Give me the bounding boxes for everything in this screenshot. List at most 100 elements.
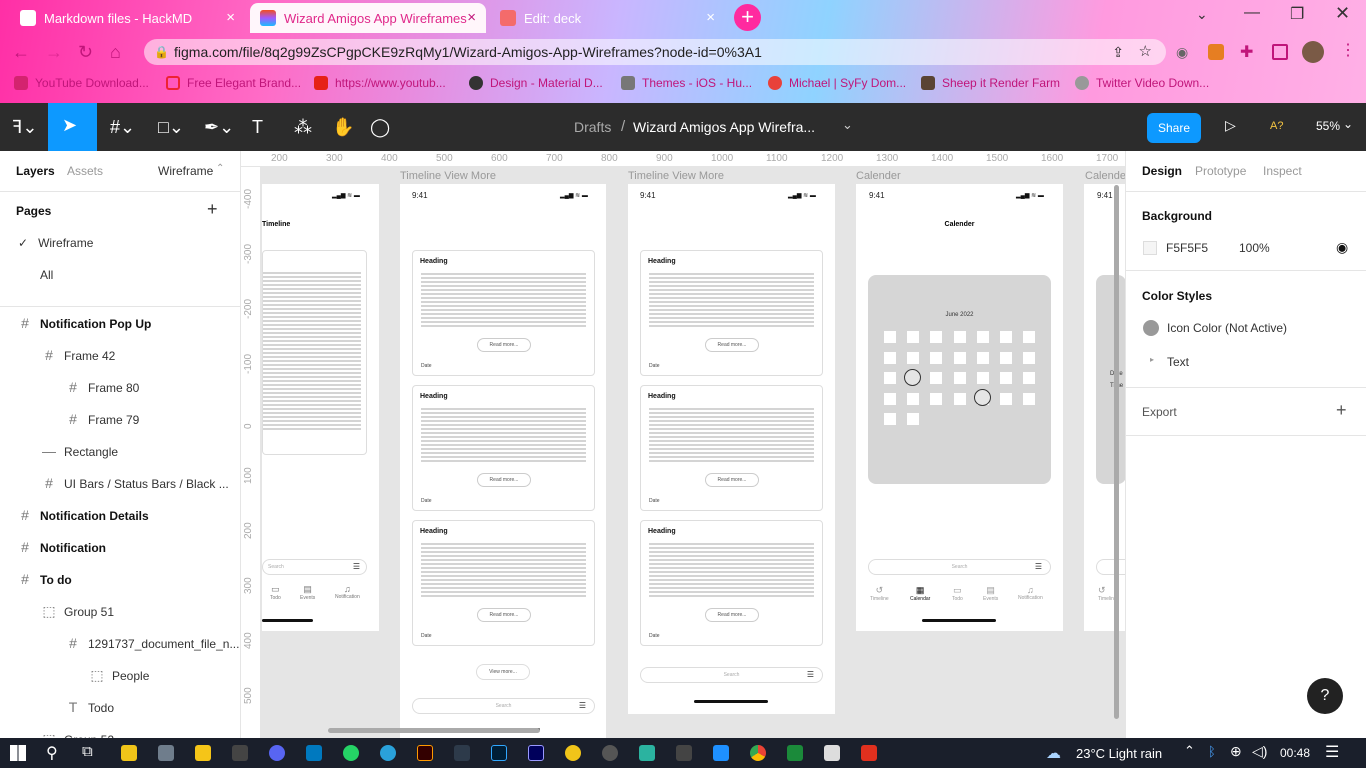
zoom-level[interactable]: 55% <box>1316 119 1340 133</box>
tab-assets[interactable]: Assets <box>67 164 103 178</box>
bookmark-item[interactable]: Michael | SyFy Dom... <box>768 76 906 90</box>
read-more-button[interactable]: Read more... <box>477 473 531 487</box>
filter-icon[interactable]: ☰ <box>807 668 814 682</box>
bookmark-item[interactable]: Sheep it Render Farm <box>921 76 1060 90</box>
calendar-day[interactable] <box>930 351 943 364</box>
frame-timeline-view-more[interactable]: 9:41 ▂▄▆ ≋ ▬ Heading Read more... Date Hea… <box>400 184 606 738</box>
frame-timeline[interactable]: ▂▄▆ ≋ ▬ Timeline Search ☰ ▭ Todo ▤ Events ♫… <box>262 184 379 631</box>
tab-inspect[interactable]: Inspect <box>1263 164 1302 178</box>
bookmark-item[interactable]: YouTube Download... <box>14 76 149 90</box>
calendar-widget[interactable]: June 2022 <box>868 275 1051 484</box>
chevron-up-icon[interactable]: ⌃ <box>1184 743 1195 759</box>
color-style-icon-color[interactable]: Icon Color (Not Active) <box>1167 321 1287 335</box>
back-icon[interactable]: ← <box>12 42 30 63</box>
horizontal-scrollbar[interactable] <box>328 728 540 733</box>
comment-tool-icon[interactable]: ◯ <box>370 115 390 139</box>
illustrator-icon[interactable] <box>417 745 433 761</box>
pen-app-icon[interactable] <box>713 745 729 761</box>
nav-calendar[interactable]: ▦ Calendar <box>910 585 930 602</box>
post-card[interactable]: Heading Read more... Date <box>412 520 595 646</box>
forward-icon[interactable]: → <box>45 42 63 63</box>
volume-icon[interactable]: ◁) <box>1252 743 1267 760</box>
tab-hackmd[interactable]: Markdown files - HackMD × <box>10 3 245 33</box>
bookmark-item[interactable]: https://www.youtub... <box>314 76 446 90</box>
calendar-day[interactable] <box>884 372 896 384</box>
layer-item[interactable]: # UI Bars / Status Bars / Black ... <box>42 467 229 499</box>
calendar-day[interactable] <box>953 331 966 343</box>
page-item-wireframe[interactable]: ✓ Wireframe <box>18 227 93 259</box>
tab-design[interactable]: Design <box>1142 164 1182 178</box>
resources-icon[interactable]: ⁂ <box>294 115 312 139</box>
filter-icon[interactable]: ☰ <box>579 699 586 713</box>
layer-item[interactable]: # Notification Pop Up <box>18 307 151 339</box>
wordpress-app-icon[interactable] <box>676 745 692 761</box>
post-card[interactable]: Heading Read more... Date <box>412 250 595 376</box>
color-style-swatch[interactable] <box>1143 320 1159 336</box>
read-more-button[interactable]: Read more... <box>477 608 531 622</box>
calendar-selected-day[interactable] <box>974 389 991 406</box>
search-bar[interactable]: Search ☰ <box>262 559 367 575</box>
camera-icon[interactable]: ◉ <box>1176 44 1188 61</box>
sticky-notes-icon[interactable] <box>121 745 137 761</box>
calendar-day[interactable] <box>930 392 943 405</box>
chevron-down-icon[interactable]: ⌄ <box>842 117 853 133</box>
background-hex[interactable]: F5F5F5 <box>1166 241 1208 255</box>
bookmark-item[interactable]: Design - Material D... <box>469 76 603 90</box>
metamask-icon[interactable] <box>1208 44 1224 60</box>
calendar-day[interactable] <box>884 392 896 405</box>
task-view-icon[interactable]: ⧉ <box>82 743 93 760</box>
calendar-day[interactable] <box>907 331 920 343</box>
add-page-icon[interactable]: + <box>207 199 218 220</box>
background-swatch[interactable] <box>1143 241 1157 255</box>
excel-icon[interactable] <box>787 745 803 761</box>
search-bar[interactable]: Search ☰ <box>640 667 823 683</box>
norton-icon[interactable] <box>565 745 581 761</box>
bookmark-item[interactable]: Free Elegant Brand... <box>166 76 301 90</box>
calendar-day[interactable] <box>976 372 989 384</box>
nav-notification[interactable]: ♫ Notification <box>1018 585 1043 601</box>
caret-right-icon[interactable]: ▸ <box>1150 355 1154 364</box>
photoshop-icon[interactable] <box>491 745 507 761</box>
move-tool-button[interactable]: ➤ <box>48 103 97 151</box>
calendar-day[interactable] <box>1000 331 1012 343</box>
filter-icon[interactable]: ☰ <box>353 560 360 574</box>
calendar-day[interactable] <box>907 392 920 405</box>
breadcrumb-drafts[interactable]: Drafts <box>574 119 611 135</box>
layer-item[interactable]: # Notification <box>18 531 106 563</box>
calendar-day[interactable] <box>1023 372 1036 384</box>
page-item-all[interactable]: All <box>40 259 53 291</box>
calendar-day[interactable] <box>976 351 989 364</box>
accessibility-badge[interactable]: A? <box>1270 120 1283 132</box>
vscode-icon[interactable] <box>454 745 470 761</box>
bookmark-item[interactable]: Themes - iOS - Hu... <box>621 76 752 90</box>
home-icon[interactable]: ⌂ <box>110 42 121 63</box>
shape-tool-icon[interactable]: □⌄ <box>158 115 184 139</box>
search-icon[interactable]: ⚲ <box>46 743 58 763</box>
globe-icon[interactable]: ⊕ <box>1230 743 1242 760</box>
calendar-day[interactable] <box>1023 351 1036 364</box>
discord-icon[interactable] <box>269 745 285 761</box>
frame-label[interactable]: Calender <box>856 170 901 182</box>
nav-events[interactable]: ▤ Events <box>300 584 315 601</box>
search-bar[interactable] <box>1096 559 1125 575</box>
export-add-button[interactable]: + <box>1336 400 1347 421</box>
nav-todo[interactable]: ▭ Todo <box>270 584 281 601</box>
nav-todo[interactable]: ▭ Todo <box>952 585 963 602</box>
telegram-icon[interactable] <box>380 745 396 761</box>
file-name[interactable]: Wizard Amigos App Wirefra... <box>633 119 815 135</box>
layer-item[interactable]: # Frame 42 <box>42 339 115 371</box>
post-card[interactable]: Heading Read more... Date <box>412 385 595 511</box>
calendar-day[interactable] <box>930 372 943 384</box>
nav-timeline[interactable]: ↺ Timeline <box>870 585 889 602</box>
calendar-day[interactable] <box>1023 331 1036 343</box>
read-more-button[interactable]: Read more... <box>705 473 759 487</box>
chevron-down-icon[interactable]: ⌄ <box>1196 6 1208 23</box>
post-card[interactable]: Heading Read more... Date <box>640 250 823 376</box>
layer-item[interactable]: # To do <box>18 563 72 595</box>
frame-timeline-view-more-2[interactable]: 9:41 ▂▄▆ ≋ ▬ Heading Read more... Date Hea… <box>628 184 835 714</box>
background-opacity[interactable]: 100% <box>1239 241 1270 255</box>
tab-prototype[interactable]: Prototype <box>1195 164 1246 178</box>
calendar-selected-day[interactable] <box>904 369 921 386</box>
calendar-day[interactable] <box>884 351 896 364</box>
read-more-button[interactable]: Read more... <box>477 338 531 352</box>
